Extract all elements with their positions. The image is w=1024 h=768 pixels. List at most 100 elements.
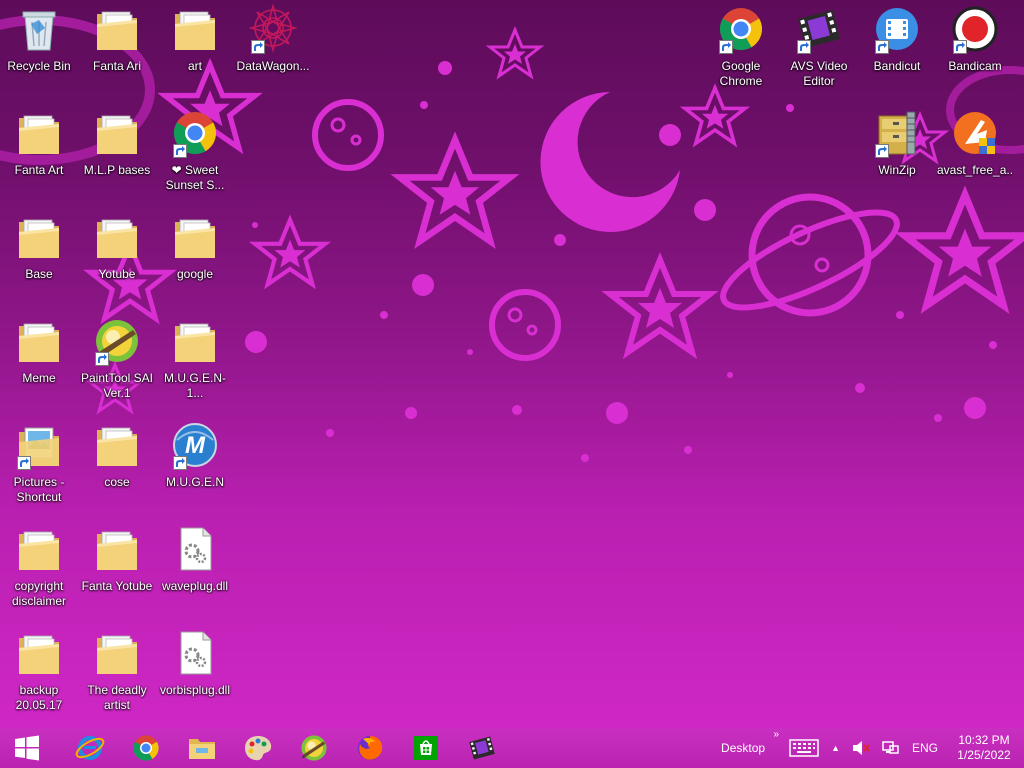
desktop-icon-label: The deadly artist	[87, 683, 147, 712]
windows-store-icon	[411, 733, 441, 763]
taskbar: Desktop » ▲ ENG 10:32 PM 1/25/2022	[0, 728, 1024, 768]
file-explorer-icon	[187, 733, 217, 763]
shortcut-arrow-icon	[875, 144, 889, 158]
bandicam-icon	[951, 4, 999, 54]
desktop-icon-m-u-g-e-n-1[interactable]: M.U.G.E.N-1...	[156, 312, 234, 408]
folder-icon	[171, 316, 219, 366]
taskbar-button-file-explorer[interactable]	[174, 728, 230, 768]
paint-palette-icon	[243, 733, 273, 763]
desktop-icon-google-chrome[interactable]: Google Chrome	[702, 0, 780, 96]
bandicut-icon	[873, 4, 921, 54]
desktop-icon-google[interactable]: google	[156, 208, 234, 304]
desktop-icon-bandicut[interactable]: Bandicut	[858, 0, 936, 96]
desktop-icon-label: avast_free_a...	[937, 163, 1013, 177]
desktop-icon-vorbisplug-dll[interactable]: vorbisplug.dll	[156, 624, 234, 720]
desktop-icon-backup-20-05-17[interactable]: backup 20.05.17	[0, 624, 78, 720]
desktop-icon-label: PaintTool SAI Ver.1	[80, 371, 154, 400]
taskbar-button-painttool-sai[interactable]	[286, 728, 342, 768]
folder-icon	[15, 108, 63, 158]
desktop-icon-recycle-bin[interactable]: Recycle Bin	[0, 0, 78, 96]
folder-icon	[93, 524, 141, 574]
chrome-icon	[717, 4, 765, 54]
pictures-icon	[15, 420, 63, 470]
taskbar-button-internet-explorer[interactable]	[62, 728, 118, 768]
clock-time: 10:32 PM	[958, 733, 1010, 747]
folder-icon	[15, 524, 63, 574]
desktop-icon-base[interactable]: Base	[0, 208, 78, 304]
desktop-icon-pictures-shortcut[interactable]: Pictures - Shortcut	[0, 416, 78, 512]
clock[interactable]: 10:32 PM 1/25/2022	[952, 733, 1016, 763]
desktop-icon-label: Google Chrome	[719, 59, 763, 88]
shortcut-arrow-icon	[173, 456, 187, 470]
taskbar-button-chrome[interactable]	[118, 728, 174, 768]
shortcut-arrow-icon	[251, 40, 265, 54]
desktop-icon-winzip[interactable]: WinZip	[858, 104, 936, 200]
desktop-icon-m-l-p-bases[interactable]: M.L.P bases	[78, 104, 156, 200]
desktop-icon-label: Pictures - Shortcut	[13, 475, 65, 504]
folder-icon	[93, 4, 141, 54]
painttool-sai-icon	[93, 316, 141, 366]
desktop-icon-cose[interactable]: cose	[78, 416, 156, 512]
desktop-icon-label: art	[187, 59, 202, 73]
touch-keyboard-icon[interactable]	[789, 739, 819, 757]
start-button[interactable]	[0, 728, 54, 768]
taskbar-button-avs-video-editor[interactable]	[454, 728, 510, 768]
desktop-icon-label: Fanta Art	[14, 163, 64, 177]
shortcut-arrow-icon	[173, 144, 187, 158]
desktop-toolbar-label: Desktop	[721, 741, 766, 755]
desktop-icon-painttool-sai-ver-1[interactable]: PaintTool SAI Ver.1	[78, 312, 156, 408]
desktop-icon-fanta-art[interactable]: Fanta Art	[0, 104, 78, 200]
desktop-icon-datawagon[interactable]: DataWagon...	[234, 0, 312, 96]
dll-file-icon	[171, 628, 219, 678]
show-hidden-icons-icon[interactable]: ▲	[831, 743, 840, 753]
dll-file-icon	[171, 524, 219, 574]
language-indicator[interactable]: ENG	[912, 741, 938, 755]
folder-icon	[15, 212, 63, 262]
taskbar-button-windows-store[interactable]	[398, 728, 454, 768]
volume-muted-icon[interactable]	[852, 740, 870, 756]
mugen-icon: M	[171, 420, 219, 470]
desktop-icon-label: backup 20.05.17	[15, 683, 63, 712]
folder-icon	[93, 628, 141, 678]
desktop-icon-copyright-disclaimer[interactable]: copyright disclaimer	[0, 520, 78, 616]
desktop-icon-bandicam[interactable]: Bandicam	[936, 0, 1014, 96]
desktop-icon-m-u-g-e-n[interactable]: M M.U.G.E.N	[156, 416, 234, 512]
desktop-icon-label: DataWagon...	[236, 59, 310, 73]
folder-icon	[171, 212, 219, 262]
desktop-icon-label: Bandicam	[948, 59, 1002, 73]
desktop-icon-label: Meme	[22, 371, 56, 385]
shortcut-arrow-icon	[875, 40, 889, 54]
desktop-icon-avs-video-editor[interactable]: AVS Video Editor	[780, 0, 858, 96]
desktop-icon-label: AVS Video Editor	[790, 59, 848, 88]
firefox-icon	[355, 733, 385, 763]
chrome-icon	[131, 733, 161, 763]
desktop-icon-the-deadly-artist[interactable]: The deadly artist	[78, 624, 156, 720]
desktop[interactable]: Recycle Bin Fanta Ari art DataWagon... Fanta…	[0, 0, 1024, 728]
desktop-icon-label: Fanta Ari	[92, 59, 142, 73]
desktop-icon-meme[interactable]: Meme	[0, 312, 78, 408]
desktop-icon-waveplug-dll[interactable]: waveplug.dll	[156, 520, 234, 616]
desktop-icon-sweet-sunset-s[interactable]: ❤ Sweet Sunset S...	[156, 104, 234, 200]
desktop-icon-art[interactable]: art	[156, 0, 234, 96]
desktop-icon-fanta-ari[interactable]: Fanta Ari	[78, 0, 156, 96]
desktop-icon-label: WinZip	[878, 163, 916, 177]
taskbar-button-paint-palette[interactable]	[230, 728, 286, 768]
desktop-icon-fanta-yotube[interactable]: Fanta Yotube	[78, 520, 156, 616]
folder-icon	[171, 4, 219, 54]
network-icon[interactable]	[882, 740, 900, 756]
avast-installer-icon	[951, 108, 999, 158]
desktop-icon-label: Fanta Yotube	[81, 579, 153, 593]
desktop-icon-label: M.U.G.E.N-1...	[164, 371, 226, 400]
desktop-icon-label: waveplug.dll	[161, 579, 229, 593]
desktop-icon-label: cose	[104, 475, 130, 489]
desktop-icon-yotube[interactable]: Yotube	[78, 208, 156, 304]
painttool-sai-icon	[299, 733, 329, 763]
desktop-icon-label: M.U.G.E.N	[165, 475, 224, 489]
desktop-icon-label: google	[176, 267, 214, 281]
desktop-toolbar-button[interactable]: Desktop »	[721, 729, 779, 755]
taskbar-button-firefox[interactable]	[342, 728, 398, 768]
desktop-icon-avast-free-a[interactable]: avast_free_a...	[936, 104, 1014, 200]
shortcut-arrow-icon	[17, 456, 31, 470]
avs-video-editor-icon	[467, 733, 497, 763]
desktop-icon-label: Bandicut	[873, 59, 921, 73]
